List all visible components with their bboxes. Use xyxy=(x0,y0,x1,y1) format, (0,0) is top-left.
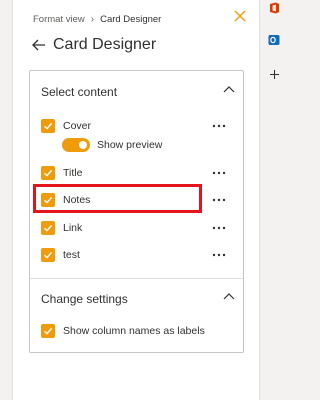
add-icon[interactable] xyxy=(269,69,280,80)
checkmark-icon xyxy=(44,327,53,335)
show-column-names-item[interactable]: Show column names as labels xyxy=(41,323,205,339)
link-item[interactable]: Link xyxy=(41,220,82,236)
toggle-knob xyxy=(79,141,87,149)
notes-highlight-box xyxy=(33,184,202,213)
back-arrow-icon[interactable] xyxy=(31,37,47,53)
link-checkbox[interactable] xyxy=(41,221,55,235)
test-item[interactable]: test xyxy=(41,247,80,263)
page-title: Card Designer xyxy=(53,36,157,53)
close-icon[interactable] xyxy=(232,8,248,24)
breadcrumb-current: Card Designer xyxy=(100,14,162,25)
page-header: Card Designer xyxy=(31,36,156,54)
cover-checkbox[interactable] xyxy=(41,119,55,133)
show-column-names-checkbox[interactable] xyxy=(41,324,55,338)
more-options-icon[interactable] xyxy=(211,123,227,129)
cover-label: Cover xyxy=(63,120,92,132)
change-settings-heading: Change settings xyxy=(41,292,128,306)
breadcrumb-chevron-icon: › xyxy=(90,14,95,25)
test-label: test xyxy=(63,249,80,261)
checkmark-icon xyxy=(44,169,53,177)
show-column-names-label: Show column names as labels xyxy=(63,325,205,337)
chevron-up-icon[interactable] xyxy=(223,85,235,93)
breadcrumb: Format view › Card Designer xyxy=(33,14,161,25)
more-options-icon[interactable] xyxy=(211,197,227,203)
show-preview-label: Show preview xyxy=(97,139,163,151)
select-content-heading: Select content xyxy=(41,85,118,99)
link-label: Link xyxy=(63,222,83,234)
more-options-icon[interactable] xyxy=(211,170,227,176)
show-preview-toggle-row[interactable]: Show preview xyxy=(62,138,162,152)
checkmark-icon xyxy=(44,122,53,130)
checkmark-icon xyxy=(44,224,53,232)
office-icon[interactable] xyxy=(268,2,280,14)
checkmark-icon xyxy=(44,251,53,259)
test-checkbox[interactable] xyxy=(41,248,55,262)
title-label: Title xyxy=(63,167,83,179)
card-designer-panel: Format view › Card Designer Card Designe… xyxy=(12,0,260,400)
title-item[interactable]: Title xyxy=(41,165,82,181)
show-preview-toggle[interactable] xyxy=(62,138,90,152)
section-divider xyxy=(30,278,243,279)
title-checkbox[interactable] xyxy=(41,166,55,180)
outlook-icon[interactable] xyxy=(268,34,280,46)
breadcrumb-format-view[interactable]: Format view xyxy=(33,14,85,25)
more-options-icon[interactable] xyxy=(211,252,227,258)
more-options-icon[interactable] xyxy=(211,225,227,231)
cover-item[interactable]: Cover xyxy=(41,118,91,134)
chevron-up-icon[interactable] xyxy=(223,292,235,300)
